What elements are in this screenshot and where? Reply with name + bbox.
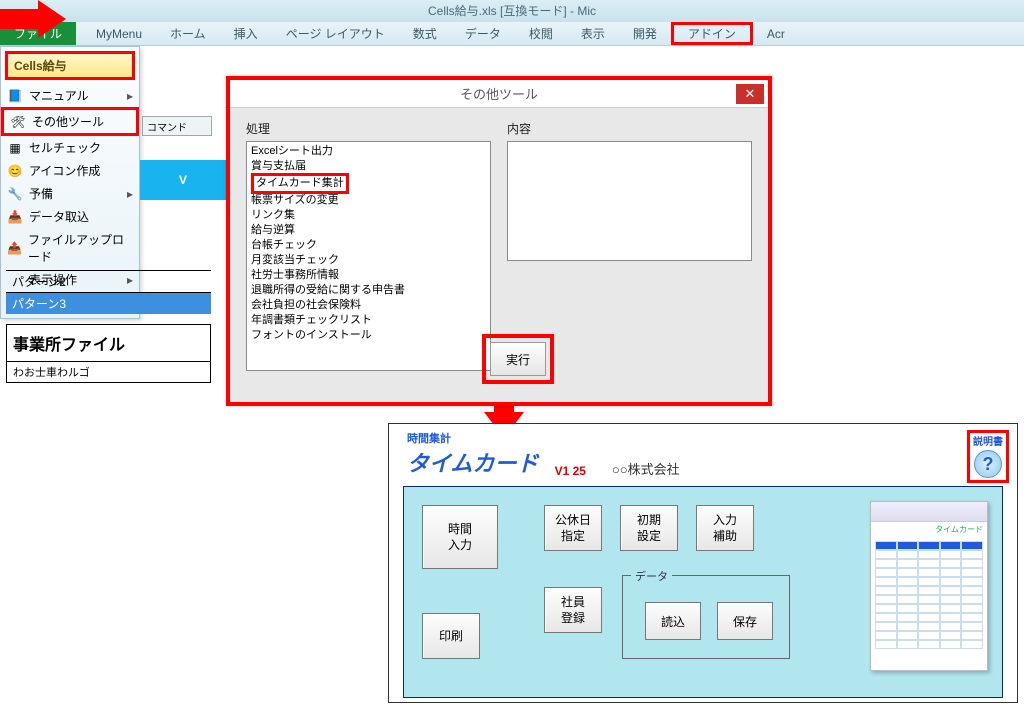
- grid-icon: ▦: [7, 140, 23, 156]
- import-icon: 📥: [7, 209, 23, 225]
- holiday-button[interactable]: 公休日 指定: [544, 505, 602, 551]
- list-item[interactable]: 給与逆算: [251, 223, 486, 238]
- employee-button[interactable]: 社員 登録: [544, 587, 602, 633]
- pattern-2[interactable]: パターン2: [6, 270, 211, 293]
- wrench-icon: 🔧: [7, 186, 23, 202]
- timecard-header: 時間集計 タイムカード V1 25 ○○株式会社: [389, 424, 1017, 480]
- close-icon: ✕: [745, 86, 756, 102]
- help-icon: ?: [974, 450, 1002, 478]
- dd-label: データ取込: [29, 208, 89, 225]
- close-button[interactable]: ✕: [736, 84, 764, 104]
- timecard-window: 時間集計 タイムカード V1 25 ○○株式会社 説明書 ? 時間 入力 公休日…: [388, 423, 1018, 703]
- timecard-version: V1 25: [555, 464, 586, 478]
- read-button[interactable]: 読込: [645, 602, 701, 640]
- command-label: コマンド: [142, 116, 212, 136]
- list-item[interactable]: 年調書類チェックリスト: [251, 313, 486, 328]
- list-item[interactable]: 月変該当チェック: [251, 253, 486, 268]
- process-listbox[interactable]: Excelシート出力 賞与支払届 タイムカード集計 帳票サイズの変更 リンク集 …: [246, 141, 491, 371]
- time-input-button[interactable]: 時間 入力: [422, 505, 498, 569]
- dd-other-tools[interactable]: 🛠 その他ツール: [1, 107, 139, 136]
- version-banner: V: [140, 160, 230, 200]
- office-file-row: わお士車わルゴ: [6, 362, 211, 383]
- dd-import[interactable]: 📥 データ取込: [1, 205, 139, 228]
- menu-bar: ファイル MyMenu ホーム 挿入 ページ レイアウト 数式 データ 校閲 表…: [0, 22, 1024, 46]
- dd-spare[interactable]: 🔧 予備 ▸: [1, 182, 139, 205]
- dd-label: セルチェック: [29, 139, 101, 156]
- data-group: データ 読込 保存: [622, 575, 790, 659]
- timecard-title: タイムカード: [407, 451, 539, 476]
- other-tools-dialog: その他ツール ✕ 処理 Excelシート出力 賞与支払届 タイムカード集計 帳票…: [226, 76, 772, 406]
- save-button[interactable]: 保存: [717, 602, 773, 640]
- menu-mymenu[interactable]: MyMenu: [82, 22, 156, 45]
- menu-formula[interactable]: 数式: [399, 22, 451, 45]
- menu-view[interactable]: 表示: [567, 22, 619, 45]
- run-button-highlight: 実行: [482, 334, 554, 384]
- dd-label: ファイルアップロード: [28, 231, 133, 265]
- menu-review[interactable]: 校閲: [515, 22, 567, 45]
- timecard-smallhead: 時間集計: [407, 430, 539, 446]
- tools-icon: 🛠: [10, 114, 26, 130]
- menu-acrobat[interactable]: Acr: [753, 22, 799, 45]
- chevron-right-icon: ▸: [127, 187, 133, 201]
- dd-upload[interactable]: 📤 ファイルアップロード: [1, 228, 139, 268]
- dialog-title: その他ツール ✕: [230, 80, 768, 108]
- content-box: [507, 141, 752, 261]
- list-item[interactable]: 退職所得の受給に関する申告書: [251, 283, 486, 298]
- init-button[interactable]: 初期 設定: [620, 505, 678, 551]
- dropdown-head[interactable]: Cells給与: [5, 51, 135, 80]
- office-file-header: 事業所ファイル: [6, 324, 211, 362]
- pattern-3[interactable]: パターン3: [6, 293, 211, 314]
- menu-addin[interactable]: アドイン: [671, 22, 753, 45]
- book-icon: 📘: [7, 88, 23, 104]
- menu-pagelayout[interactable]: ページ レイアウト: [272, 22, 399, 45]
- list-item[interactable]: 社労士事務所情報: [251, 268, 486, 283]
- timecard-body: 時間 入力 公休日 指定 初期 設定 入力 補助 社員 登録 印刷 データ 読込…: [403, 486, 1003, 698]
- data-group-label: データ: [631, 568, 672, 584]
- list-item[interactable]: 帳票サイズの変更: [251, 193, 486, 208]
- preview-title: タイムカード: [871, 522, 987, 537]
- list-item[interactable]: 台帳チェック: [251, 238, 486, 253]
- dd-label: マニュアル: [29, 87, 89, 104]
- help-label: 説明書: [970, 433, 1006, 448]
- window-title: Cells給与.xls [互換モード] - Mic: [0, 0, 1024, 22]
- timecard-company: ○○株式会社: [612, 459, 680, 478]
- run-button[interactable]: 実行: [490, 342, 546, 376]
- sheet-left-list: パターン2 パターン3 事業所ファイル わお士車わルゴ: [6, 270, 211, 383]
- menu-data[interactable]: データ: [451, 22, 515, 45]
- list-item[interactable]: 会社負担の社会保険料: [251, 298, 486, 313]
- face-icon: 😊: [7, 163, 23, 179]
- print-button[interactable]: 印刷: [422, 613, 480, 659]
- dd-label: アイコン作成: [29, 162, 100, 179]
- process-label: 処理: [246, 120, 491, 137]
- help-button[interactable]: 説明書 ?: [967, 430, 1009, 483]
- list-item[interactable]: タイムカード集計: [251, 174, 486, 193]
- list-item[interactable]: リンク集: [251, 208, 486, 223]
- menu-dev[interactable]: 開発: [619, 22, 671, 45]
- dd-label: その他ツール: [32, 113, 104, 130]
- list-item[interactable]: Excelシート出力: [251, 144, 486, 159]
- upload-icon: 📤: [7, 240, 22, 256]
- dd-label: 予備: [29, 185, 53, 202]
- dd-iconmake[interactable]: 😊 アイコン作成: [1, 159, 139, 182]
- list-item[interactable]: フォントのインストール: [251, 328, 486, 343]
- chevron-right-icon: ▸: [127, 89, 133, 103]
- menu-home[interactable]: ホーム: [156, 22, 220, 45]
- list-item[interactable]: 賞与支払届: [251, 159, 486, 174]
- assist-button[interactable]: 入力 補助: [696, 505, 754, 551]
- timecard-item[interactable]: タイムカード集計: [251, 173, 349, 194]
- menu-insert[interactable]: 挿入: [220, 22, 272, 45]
- dd-cellcheck[interactable]: ▦ セルチェック: [1, 136, 139, 159]
- dd-manual[interactable]: 📘 マニュアル ▸: [1, 84, 139, 107]
- content-label: 内容: [507, 120, 752, 137]
- timecard-preview: タイムカード: [870, 501, 988, 671]
